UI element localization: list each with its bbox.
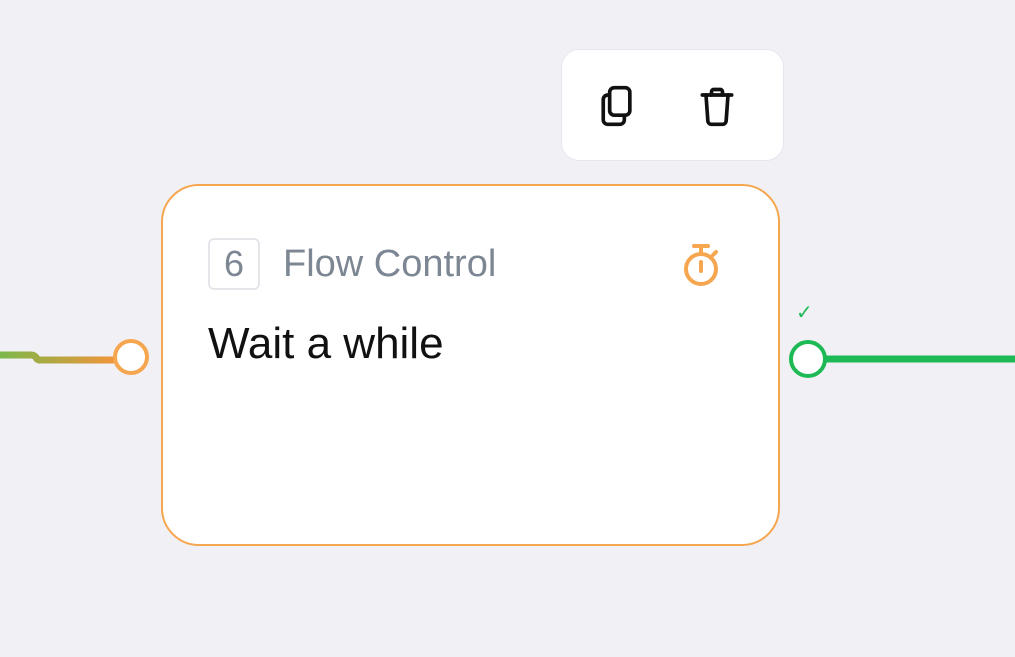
step-number-badge: 6	[208, 238, 260, 290]
output-port-success[interactable]	[789, 340, 827, 378]
trash-icon	[700, 87, 734, 127]
incoming-edge[interactable]	[0, 351, 114, 364]
success-check-icon: ✓	[796, 300, 813, 324]
node-title: Wait a while	[208, 319, 444, 368]
node-toolbar	[561, 49, 784, 161]
input-port[interactable]	[113, 339, 149, 375]
node-category-label: Flow Control	[283, 243, 497, 285]
copy-button[interactable]	[589, 78, 645, 134]
copy-icon	[601, 85, 632, 127]
delete-button[interactable]	[689, 78, 745, 134]
stopwatch-icon	[684, 244, 718, 286]
workflow-node-card[interactable]: 6 Flow Control Wait a while	[161, 184, 780, 546]
